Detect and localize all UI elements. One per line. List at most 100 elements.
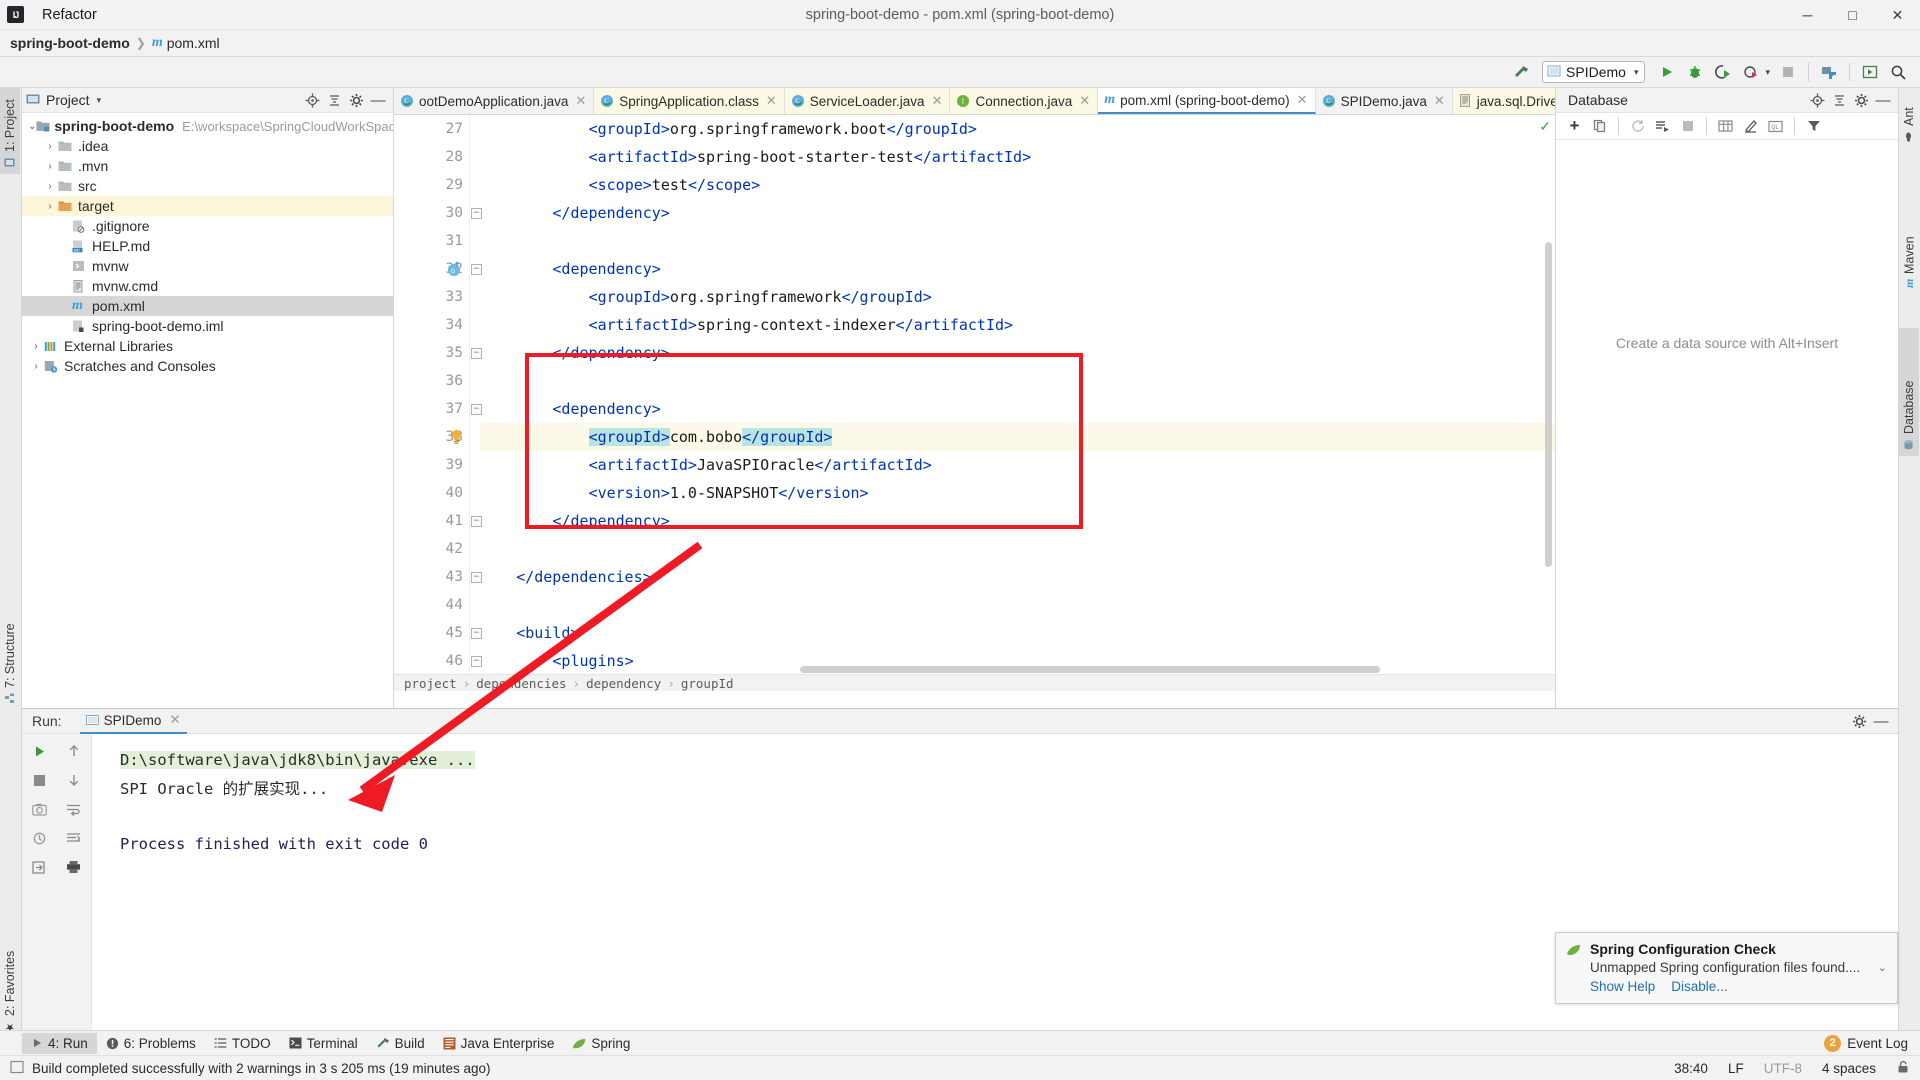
indent-setting[interactable]: 4 spaces [1822, 1061, 1876, 1076]
chevron-down-icon[interactable]: ⌄ [1878, 961, 1887, 974]
close-icon[interactable]: ✕ [1297, 92, 1308, 108]
close-icon[interactable]: ✕ [169, 712, 180, 728]
status-tool-java-enterprise[interactable]: Java Enterprise [434, 1033, 564, 1054]
code-line-29[interactable]: <scope> test </scope> [480, 171, 1555, 199]
tree-item-spring-boot-demo[interactable]: ⌄ spring-boot-demo E:\workspace\SpringClou… [22, 116, 393, 136]
ddl-icon[interactable]: QL [1763, 114, 1788, 138]
gear-icon[interactable] [1848, 710, 1870, 732]
hide-panel-icon[interactable]: — [367, 89, 389, 111]
duplicate-icon[interactable] [1587, 114, 1612, 138]
editor-horizontal-scrollbar[interactable] [470, 665, 1540, 674]
read-write-lock-icon[interactable] [1896, 1060, 1910, 1077]
line-separator[interactable]: LF [1728, 1061, 1744, 1076]
arrow-down-icon[interactable] [62, 768, 86, 792]
scrollbar-thumb[interactable] [1545, 242, 1552, 567]
soft-wrap-icon[interactable] [62, 797, 86, 821]
edit-icon[interactable] [1738, 114, 1763, 138]
intention-bulb-icon[interactable] [449, 429, 464, 449]
tree-item-mvnw[interactable]: mvnw [22, 256, 393, 276]
gear-icon[interactable] [345, 89, 367, 111]
profile-button[interactable] [1738, 60, 1764, 84]
tree-item-spring-boot-demo-iml[interactable]: spring-boot-demo.iml [22, 316, 393, 336]
tree-item-target[interactable]: › target [22, 196, 393, 216]
status-tool-terminal[interactable]: Terminal [280, 1033, 367, 1054]
tree-item-src[interactable]: › src [22, 176, 393, 196]
tree-item-pom-xml[interactable]: m pom.xml [22, 296, 393, 316]
code-line-31[interactable] [480, 227, 1555, 255]
navbar-file[interactable]: pom.xml [167, 35, 220, 51]
close-button[interactable]: ✕ [1875, 0, 1920, 30]
run-sql-icon[interactable] [1650, 114, 1675, 138]
disable-link[interactable]: Disable... [1671, 979, 1727, 994]
close-icon[interactable]: ✕ [766, 93, 777, 109]
code-line-35[interactable]: </dependency> [480, 339, 1555, 367]
code-line-40[interactable]: <version> 1.0-SNAPSHOT </version> [480, 479, 1555, 507]
tree-twisty[interactable]: › [42, 161, 58, 172]
code-line-38[interactable]: <groupId> com.bobo </groupId> [480, 423, 1555, 451]
chevron-down-icon[interactable]: ▾ [97, 95, 102, 106]
editor-tab-serviceloader-java[interactable]: C ServiceLoader.java ✕ [784, 88, 951, 114]
sidebar-item-database[interactable]: Database [1899, 328, 1919, 456]
code-line-45[interactable]: <build> [480, 619, 1555, 647]
print-icon[interactable] [62, 855, 86, 879]
editor-tab-ootdemoapplication-java[interactable]: CootDemoApplication.java ✕ [394, 88, 595, 114]
code-line-42[interactable] [480, 535, 1555, 563]
maven-dependency-gutter-icon[interactable]: o [446, 261, 462, 281]
tree-twisty[interactable]: ⌄ [28, 121, 36, 132]
status-tool-todo[interactable]: TODO [205, 1033, 280, 1054]
editor-tab-springapplication-class[interactable]: C SpringApplication.class ✕ [594, 88, 785, 114]
run-tab-spidemo[interactable]: SPIDemo ✕ [79, 709, 187, 734]
code-editor[interactable]: 272829303132o333435363738394041424344454… [394, 115, 1555, 691]
tree-item-mvn[interactable]: › .mvn [22, 156, 393, 176]
caret-position[interactable]: 38:40 [1674, 1061, 1708, 1076]
export-icon[interactable] [27, 855, 51, 879]
search-icon[interactable] [1885, 60, 1911, 84]
breadcrumb[interactable]: project › dependencies › dependency › groupId [394, 674, 1555, 691]
breadcrumb-project[interactable]: project [404, 676, 457, 691]
status-tool-4-run[interactable]: 4: Run [22, 1032, 97, 1054]
tree-item-idea[interactable]: › .idea [22, 136, 393, 156]
sidebar-item-project[interactable]: 1: Project [0, 88, 20, 174]
code-line-43[interactable]: </dependencies> [480, 563, 1555, 591]
navbar-project[interactable]: spring-boot-demo [10, 35, 130, 51]
code-line-34[interactable]: <artifactId> spring-context-indexer </arti… [480, 311, 1555, 339]
tree-twisty[interactable]: › [28, 361, 44, 372]
code-line-28[interactable]: <artifactId> spring-boot-starter-test </ar… [480, 143, 1555, 171]
refresh-icon[interactable] [1625, 114, 1650, 138]
updates-button[interactable] [1857, 60, 1883, 84]
close-icon[interactable]: ✕ [1434, 93, 1445, 109]
editor-tab-java-sql-driver[interactable]: java.sql.Driver✕ [1452, 88, 1555, 114]
collapse-all-icon[interactable] [323, 89, 345, 111]
sidebar-item-structure[interactable]: 7: Structure [0, 608, 20, 710]
stop-icon[interactable] [27, 768, 51, 792]
dump-threads-icon[interactable] [27, 826, 51, 850]
tree-item-mvnw-cmd[interactable]: mvnw.cmd [22, 276, 393, 296]
menu-refactor[interactable]: Refactor [33, 3, 108, 27]
editor-gutter[interactable]: 272829303132o333435363738394041424344454… [394, 115, 470, 691]
arrow-up-icon[interactable] [62, 739, 86, 763]
debug-button[interactable] [1682, 60, 1708, 84]
stop-icon[interactable] [1675, 114, 1700, 138]
locate-icon[interactable] [301, 89, 323, 111]
editor-tab-spidemo-java[interactable]: C SPIDemo.java ✕ [1316, 88, 1453, 114]
gear-icon[interactable] [1850, 89, 1872, 111]
editor-tab-connection-java[interactable]: I Connection.java ✕ [950, 88, 1099, 114]
event-log-button[interactable]: 2 Event Log [1824, 1034, 1920, 1052]
minimize-button[interactable]: ─ [1785, 0, 1830, 30]
close-icon[interactable]: ✕ [575, 93, 586, 109]
code-line-30[interactable]: </dependency> [480, 199, 1555, 227]
tree-twisty[interactable]: › [28, 341, 44, 352]
breadcrumb-dependencies[interactable]: dependencies [476, 676, 566, 691]
code-line-32[interactable]: <dependency> [480, 255, 1555, 283]
sidebar-item-maven[interactable]: m Maven [1899, 196, 1920, 294]
project-structure-button[interactable] [1816, 60, 1842, 84]
code-line-44[interactable] [480, 591, 1555, 619]
editor-tab-pom-xml-spring-boot-demo[interactable]: m pom.xml (spring-boot-demo) ✕ [1098, 88, 1316, 114]
hide-panel-icon[interactable]: — [1872, 89, 1894, 111]
rerun-icon[interactable] [27, 739, 51, 763]
tree-item-scratches-and-consoles[interactable]: › Scratches and Consoles [22, 356, 393, 376]
code-line-33[interactable]: <groupId> org.springframework </groupId> [480, 283, 1555, 311]
file-encoding[interactable]: UTF-8 [1764, 1061, 1802, 1076]
hide-panel-icon[interactable]: — [1870, 710, 1892, 732]
scrollbar-thumb-h[interactable] [800, 666, 1380, 673]
